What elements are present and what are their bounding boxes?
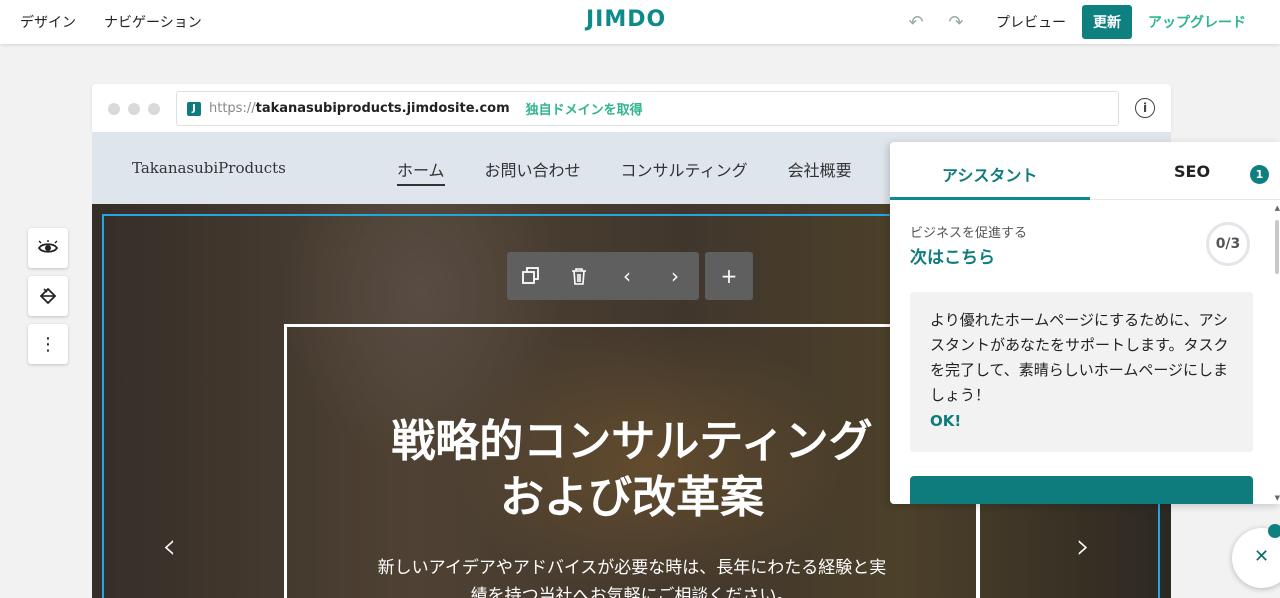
scroll-thumb[interactable] bbox=[1275, 220, 1279, 274]
preview-button[interactable]: プレビュー bbox=[996, 12, 1066, 32]
ok-button[interactable]: OK! bbox=[930, 412, 961, 430]
redo-icon[interactable]: ↷ bbox=[946, 12, 966, 33]
scroll-down-icon[interactable]: ▼ bbox=[1275, 494, 1280, 502]
assistant-panel: アシスタント SEO 1 ビジネスを促進する 次はこちら 0/3 より優れたホー… bbox=[890, 142, 1280, 504]
toolbar-group: ‹ › bbox=[507, 252, 699, 300]
hero-subtitle-line1: 新しいアイデアやアドバイスが必要な時は、長年にわたる経験と実 bbox=[377, 558, 887, 578]
panel-scrollbar[interactable] bbox=[1274, 200, 1280, 504]
url-host: takanasubiproducts.jimdosite.com bbox=[255, 101, 510, 116]
window-dots bbox=[108, 103, 160, 115]
hero-subtitle-line2: 績を持つ当社へお気軽にご相談ください。 bbox=[470, 586, 794, 598]
panel-subtitle: ビジネスを促進する bbox=[910, 226, 1028, 241]
seo-badge: 1 bbox=[1250, 165, 1269, 184]
editor-nav: デザイン ナビゲーション bbox=[20, 0, 202, 44]
scroll-up-icon[interactable]: ▲ bbox=[1275, 204, 1280, 212]
hero-subtitle[interactable]: 新しいアイデアやアドバイスが必要な時は、長年にわたる経験と実 績を持つ当社へお気… bbox=[342, 554, 922, 598]
site-nav-consulting[interactable]: コンサルティング bbox=[621, 157, 748, 186]
eye-icon[interactable] bbox=[28, 228, 68, 268]
site-nav-about[interactable]: 会社概要 bbox=[788, 157, 852, 186]
url-protocol: https:// bbox=[209, 101, 256, 116]
hero-title-line1: 戦略的コンサルティング bbox=[391, 416, 873, 467]
tab-seo[interactable]: SEO bbox=[1174, 162, 1210, 181]
hero-box-edge bbox=[976, 494, 980, 598]
block-toolbar: ‹ › + bbox=[507, 252, 753, 300]
more-vertical-icon[interactable]: ⋮ bbox=[28, 324, 68, 364]
undo-icon[interactable]: ↶ bbox=[906, 12, 926, 33]
tab-assistant[interactable]: アシスタント bbox=[942, 162, 1037, 186]
get-domain-link[interactable]: 独自ドメインを取得 bbox=[526, 99, 643, 118]
slider-next-icon[interactable]: › bbox=[1076, 526, 1090, 567]
move-right-icon[interactable]: › bbox=[651, 252, 699, 300]
toolbar-add-group: + bbox=[705, 252, 753, 300]
top-bar: デザイン ナビゲーション JIMDO ↶ ↷ プレビュー 更新 アップグレード bbox=[0, 0, 1280, 44]
move-left-icon[interactable]: ‹ bbox=[603, 252, 651, 300]
jimdo-favicon-icon: J bbox=[187, 101, 201, 116]
jimdo-logo: JIMDO bbox=[586, 7, 667, 32]
add-icon[interactable]: + bbox=[705, 252, 753, 300]
duplicate-icon[interactable] bbox=[507, 252, 555, 300]
topbar-actions: ↶ ↷ プレビュー 更新 アップグレード bbox=[906, 0, 1246, 44]
update-button[interactable]: 更新 bbox=[1082, 5, 1132, 39]
site-name[interactable]: TakanasubiProducts bbox=[132, 159, 286, 177]
close-icon: ✕ bbox=[1254, 546, 1270, 567]
progress-ring: 0/3 bbox=[1206, 222, 1250, 266]
side-tools: ⋮ bbox=[28, 228, 68, 364]
upgrade-link[interactable]: アップグレード bbox=[1148, 12, 1246, 32]
browser-frame: J https:// takanasubiproducts.jimdosite.… bbox=[92, 84, 1171, 132]
site-nav-contact[interactable]: お問い合わせ bbox=[485, 157, 581, 186]
slider-prev-icon[interactable]: ‹ bbox=[162, 526, 176, 567]
assistant-card: より優れたホームページにするために、アシスタントがあなたをサポートします。タスク… bbox=[910, 292, 1253, 452]
panel-title: 次はこちら bbox=[910, 248, 995, 268]
info-icon[interactable]: i bbox=[1135, 98, 1155, 118]
assistant-close-button[interactable]: ✕ bbox=[1232, 524, 1280, 588]
site-nav-home[interactable]: ホーム bbox=[397, 157, 445, 186]
task-button[interactable] bbox=[910, 476, 1253, 504]
navigation-menu[interactable]: ナビゲーション bbox=[104, 12, 202, 32]
design-menu[interactable]: デザイン bbox=[20, 12, 76, 32]
hero-title-line2: および改革案 bbox=[500, 472, 764, 523]
url-bar: J https:// takanasubiproducts.jimdosite.… bbox=[176, 91, 1119, 126]
hero-title[interactable]: 戦略的コンサルティング および改革案 bbox=[322, 414, 942, 526]
trash-icon[interactable] bbox=[555, 252, 603, 300]
site-nav: ホーム お問い合わせ コンサルティング 会社概要 bbox=[397, 157, 852, 186]
active-tab-underline bbox=[890, 197, 1090, 200]
paint-bucket-icon[interactable] bbox=[28, 276, 68, 316]
notification-dot bbox=[1268, 524, 1280, 538]
panel-tabs: アシスタント SEO 1 bbox=[890, 142, 1280, 200]
assistant-card-text: より優れたホームページにするために、アシスタントがあなたをサポートします。タスク… bbox=[930, 311, 1229, 404]
